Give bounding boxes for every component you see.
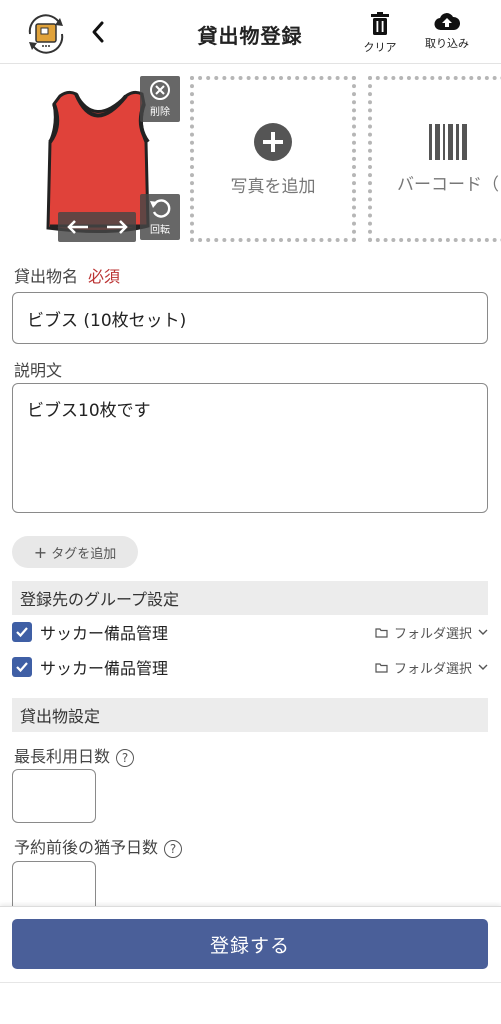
app-logo-icon[interactable] [22, 12, 70, 56]
rotate-label: 回転 [150, 225, 170, 236]
chevron-down-icon [478, 664, 488, 670]
group-name: サッカー備品管理 [40, 624, 169, 643]
cloud-upload-icon [434, 13, 460, 31]
delete-label: 削除 [150, 107, 170, 118]
group-row: サッカー備品管理 フォルダ選択 [12, 652, 488, 682]
folder-select-label: フォルダ選択 [393, 661, 472, 677]
group-row: サッカー備品管理 フォルダ選択 [12, 617, 488, 647]
page-title: 貸出物登録 [197, 24, 303, 48]
barcode-button[interactable]: バーコード（ [368, 76, 501, 242]
photo-move-controls [58, 212, 136, 242]
folder-icon [375, 627, 388, 638]
check-icon [16, 627, 28, 638]
required-badge: 必須 [88, 267, 121, 286]
group-settings-header: 登録先のグループ設定 [12, 581, 488, 615]
move-left-arrow-icon[interactable] [63, 215, 93, 239]
folder-select-label: フォルダ選択 [393, 626, 472, 642]
divider [0, 982, 501, 983]
rotate-photo-button[interactable]: 回転 [140, 194, 180, 240]
description-label: 説明文 [14, 361, 63, 380]
add-photo-label: 写真を追加 [230, 176, 316, 197]
clear-label: クリア [363, 41, 397, 54]
barcode-icon [429, 123, 467, 160]
app-header: 貸出物登録 クリア 取り込み [0, 0, 501, 64]
add-tag-label: タグを追加 [51, 546, 117, 562]
back-chevron-icon[interactable] [86, 18, 110, 46]
plus-circle-icon [254, 122, 292, 161]
help-icon[interactable]: ? [164, 839, 183, 858]
folder-select[interactable]: フォルダ選択 [375, 623, 488, 642]
register-button[interactable]: 登録する [12, 919, 488, 969]
description-textarea[interactable]: ビブス10枚です [12, 383, 488, 513]
group-checkbox[interactable] [12, 622, 32, 642]
delete-photo-button[interactable]: 削除 [140, 76, 180, 122]
help-icon[interactable]: ? [116, 748, 135, 767]
item-name-label: 貸出物名 [14, 267, 79, 286]
add-tag-button[interactable]: + タグを追加 [12, 536, 138, 568]
import-button[interactable]: 取り込み [418, 12, 476, 51]
grace-days-label-row: 予約前後の猶予日数? [14, 834, 183, 858]
grace-days-label: 予約前後の猶予日数 [14, 838, 159, 857]
close-circle-icon [150, 80, 170, 100]
max-days-label-row: 最長利用日数? [14, 743, 135, 767]
loan-settings-header: 貸出物設定 [12, 698, 488, 732]
max-days-label: 最長利用日数 [14, 747, 111, 766]
group-name: サッカー備品管理 [40, 659, 169, 678]
plus-icon: + [33, 542, 48, 562]
item-name-label-row: 貸出物名 必須 [14, 263, 120, 287]
photo-row: 削除 回転 写真を追加 バーコード（ [0, 64, 501, 250]
move-right-arrow-icon[interactable] [102, 215, 132, 239]
item-name-input[interactable]: ビブス (10枚セット) [12, 292, 488, 344]
add-photo-button[interactable]: 写真を追加 [190, 76, 356, 242]
check-icon [16, 662, 28, 673]
import-label: 取り込み [425, 37, 469, 50]
trash-icon [371, 12, 389, 35]
folder-icon [375, 662, 388, 673]
max-days-input[interactable] [12, 769, 96, 823]
rotate-icon [150, 199, 171, 218]
folder-select[interactable]: フォルダ選択 [375, 658, 488, 677]
chevron-down-icon [478, 629, 488, 635]
bottom-action-bar: 登録する [0, 906, 501, 1024]
group-checkbox[interactable] [12, 657, 32, 677]
clear-button[interactable]: クリア [360, 12, 400, 55]
barcode-label: バーコード（ [397, 174, 499, 195]
